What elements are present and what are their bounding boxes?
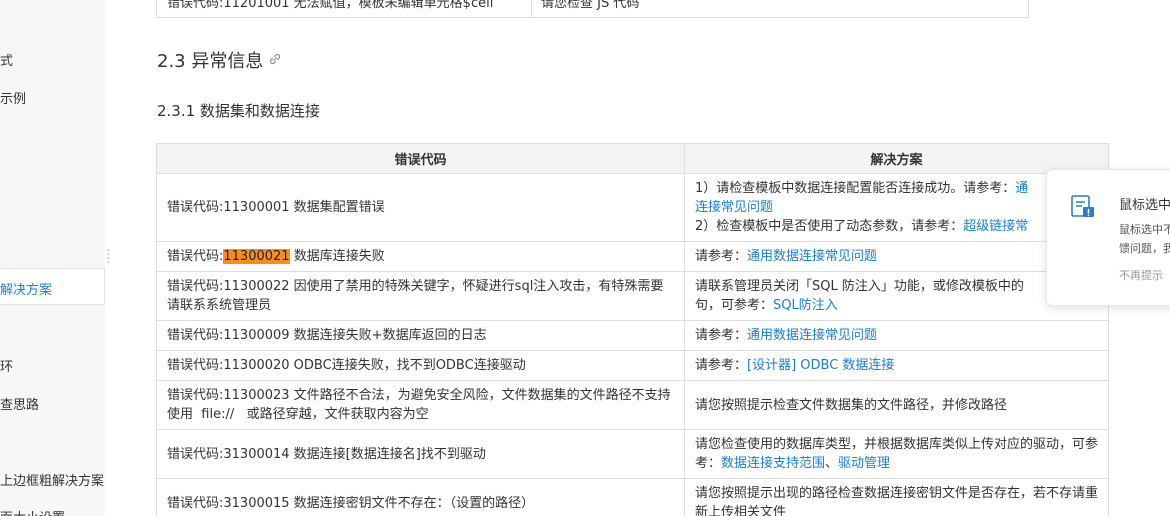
solution-text: 请参考： [695, 249, 748, 264]
sidebar-item-active[interactable]: 解决方案 [0, 268, 105, 305]
sidebar-item[interactable]: 环 [0, 356, 13, 375]
sidebar-item-label: 解决方案 [0, 283, 53, 298]
solution-link[interactable]: 通用数据连接常见问题 [747, 328, 877, 343]
table-header-row: 错误代码 解决方案 [156, 143, 1109, 174]
solution-text: 1）请检查模板中数据连接配置能否连接成功。请参考： [695, 181, 1016, 196]
solution-link[interactable]: 通 [1015, 181, 1028, 196]
table-cell-solution: 请联系管理员关闭「SQL 防注入」功能，或修改模板中的 句，可参考：SQL防注入 [684, 271, 1109, 321]
tip-body: 鼠标选中不 馈问题，我 [1119, 220, 1170, 258]
search-highlight: 11300021 [223, 249, 290, 264]
sidebar: 式 示例 解决方案 环 查思路 上边框粗解决方案 面大小设置 [0, 0, 105, 516]
table-cell-code: 错误代码:11201001 无法赋值，模板未编辑单元格$cell [167, 0, 494, 11]
tip-body-line: 馈问题，我 [1119, 242, 1170, 255]
table-row: 错误代码:11300020 ODBC连接失败，找不到ODBC连接驱动 请参考：[… [156, 350, 1109, 381]
table-cell-code: 错误代码:11300022 因使用了禁用的特殊关键字，怀疑进行sql注入攻击，有… [156, 271, 685, 321]
solution-link[interactable]: [设计器] ODBC 数据连接 [747, 358, 894, 373]
table-cell-code: 错误代码:31300015 数据连接密钥文件不存在：（设置的路径） [156, 478, 685, 516]
table-cell-code: 错误代码:31300014 数据连接[数据连接名]找不到驱动 [156, 429, 685, 479]
document-alert-icon [1071, 195, 1094, 217]
column-header-solution: 解决方案 [684, 143, 1109, 174]
sidebar-item[interactable]: 上边框粗解决方案 [0, 470, 104, 489]
section-heading: 2.3 异常信息 [157, 51, 264, 72]
column-header-code: 错误代码 [156, 143, 685, 174]
selection-tip-card: 鼠标选中 鼠标选中不 馈问题，我 不再提示 [1046, 169, 1170, 306]
table-cell-solution: 请您按照提示出现的路径检查数据连接密钥文件是否存在，若不存请重新上传相关文件 [684, 478, 1109, 516]
table-cell-code: 错误代码:11300009 数据连接失败+数据库返回的日志 [156, 320, 685, 351]
solution-link[interactable]: 连接常见问题 [695, 200, 773, 215]
solution-text: 2）检查模板中是否使用了动态参数，请参考： [695, 219, 964, 234]
code-message: 数据库连接失败 [289, 249, 385, 264]
sidebar-item[interactable]: 示例 [0, 88, 26, 107]
table-cell-code: 错误代码:11300023 文件路径不合法，为避免安全风险，文件数据集的文件路径… [156, 380, 685, 430]
solution-text: 请参考： [695, 328, 748, 343]
solution-text: 句，可参考： [695, 298, 774, 313]
table-row: 错误代码:31300015 数据连接密钥文件不存在：（设置的路径） 请您按照提示… [156, 478, 1109, 516]
table-row: 错误代码:11300001 数据集配置错误 1）请检查模板中数据连接配置能否连接… [156, 173, 1109, 242]
solution-link[interactable]: 驱动管理 [838, 456, 890, 471]
table-row: 错误代码:11300022 因使用了禁用的特殊关键字，怀疑进行sql注入攻击，有… [156, 271, 1109, 321]
sidebar-item[interactable]: 面大小设置 [0, 507, 65, 516]
solution-link[interactable]: 数据连接支持范围 [721, 456, 825, 471]
solution-link[interactable]: 超级链接常 [963, 219, 1028, 234]
table-cell-solution: 请参考：通用数据连接常见问题 [684, 241, 1109, 272]
table-cell-solution: 1）请检查模板中数据连接配置能否连接成功。请参考：通 连接常见问题 2）检查模板… [684, 173, 1109, 242]
solution-link[interactable]: 通用数据连接常见问题 [747, 249, 877, 264]
sidebar-item[interactable]: 查思路 [0, 394, 39, 413]
sidebar-item[interactable]: 式 [0, 50, 13, 69]
error-code-table: 错误代码 解决方案 错误代码:11300001 数据集配置错误 1）请检查模板中… [156, 143, 1109, 516]
table-cell-solution: 请参考：[设计器] ODBC 数据连接 [684, 350, 1109, 381]
previous-table-row: 错误代码:11201001 无法赋值，模板未编辑单元格$cell 请您检查 JS… [156, 0, 1029, 18]
dont-show-again-link[interactable]: 不再提示 [1119, 267, 1163, 283]
table-row: 错误代码:11300009 数据连接失败+数据库返回的日志 请参考：通用数据连接… [156, 320, 1109, 351]
table-cell-code: 错误代码:11300020 ODBC连接失败，找不到ODBC连接驱动 [156, 350, 685, 381]
separator: 、 [825, 456, 839, 471]
solution-text: 请参考： [695, 358, 748, 373]
table-cell-solution: 请您检查使用的数据库类型，并根据数据库类似上传对应的驱动，可参考：数据连接支持范… [684, 429, 1109, 479]
sidebar-resize-handle[interactable]: · · · · [107, 247, 110, 269]
tip-body-line: 鼠标选中不 [1119, 223, 1170, 236]
code-prefix: 错误代码: [167, 249, 224, 264]
table-cell-solution: 请您按照提示检查文件数据集的文件路径，并修改路径 [684, 380, 1109, 430]
table-cell-solution: 请您检查 JS 代码 [541, 0, 640, 11]
anchor-link-icon[interactable] [268, 52, 282, 66]
table-cell-solution: 请参考：通用数据连接常见问题 [684, 320, 1109, 351]
table-cell-code: 错误代码:11300021 数据库连接失败 [156, 241, 685, 272]
table-cell-code: 错误代码:11300001 数据集配置错误 [156, 173, 685, 242]
table-row: 错误代码:11300021 数据库连接失败 请参考：通用数据连接常见问题 [156, 241, 1109, 272]
solution-link[interactable]: SQL防注入 [773, 298, 838, 313]
table-row: 错误代码:11300023 文件路径不合法，为避免安全风险，文件数据集的文件路径… [156, 380, 1109, 430]
table-row: 错误代码:31300014 数据连接[数据连接名]找不到驱动 请您检查使用的数据… [156, 429, 1109, 479]
cell-divider [531, 0, 532, 18]
tip-title: 鼠标选中 [1119, 198, 1170, 213]
solution-text: 请联系管理员关闭「SQL 防注入」功能，或修改模板中的 [695, 279, 1024, 294]
subsection-heading: 2.3.1 数据集和数据连接 [157, 102, 320, 120]
